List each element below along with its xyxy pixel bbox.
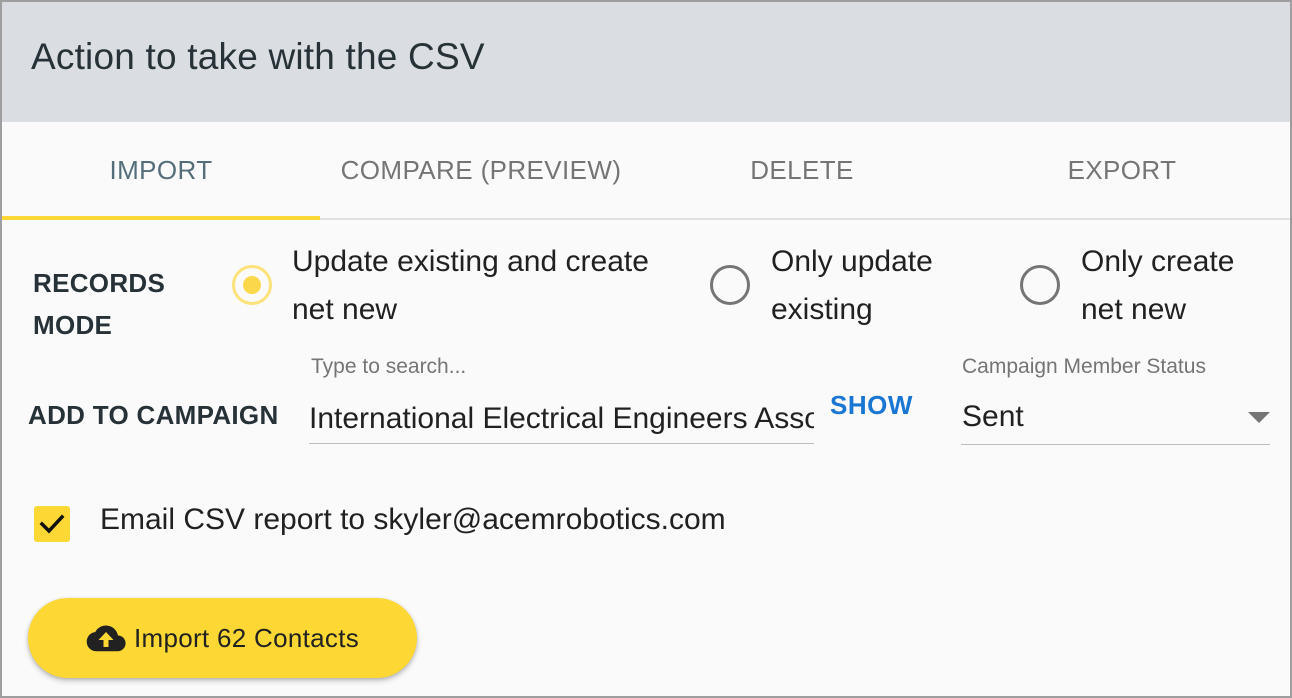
radio-label-only-update-line2[interactable]: existing (771, 286, 873, 334)
email-report-label[interactable]: Email CSV report to skyler@acemrobotics.… (100, 503, 726, 537)
radio-only-update[interactable] (710, 265, 750, 305)
radio-label-only-create-line1[interactable]: Only create (1081, 238, 1234, 286)
radio-selected-dot (243, 276, 261, 294)
member-status-hint: Campaign Member Status (962, 355, 1206, 378)
radio-label-update-and-create-line1[interactable]: Update existing and create (292, 238, 649, 286)
import-button-label: Import 62 Contacts (133, 622, 360, 653)
add-to-campaign-label: ADD TO CAMPAIGN (28, 400, 279, 430)
show-campaign-button[interactable]: SHOW (830, 390, 913, 421)
checkmark-icon (39, 514, 65, 534)
campaign-search-hint: Type to search... (311, 355, 467, 378)
campaign-search-input[interactable] (309, 394, 814, 444)
member-status-select[interactable]: Sent (961, 394, 1270, 445)
panel-header: Action to take with the CSV (2, 2, 1290, 122)
csv-action-panel: Action to take with the CSV IMPORT COMPA… (0, 0, 1292, 698)
tab-compare-preview[interactable]: COMPARE (PREVIEW) (320, 122, 642, 218)
radio-update-and-create[interactable] (232, 265, 272, 305)
radio-label-only-update-line1[interactable]: Only update (771, 238, 933, 286)
email-report-checkbox[interactable] (34, 506, 70, 542)
member-status-value: Sent (962, 400, 1024, 433)
radio-label-update-and-create-line2[interactable]: net new (292, 286, 397, 334)
active-tab-indicator (2, 216, 320, 220)
radio-label-only-create-line2[interactable]: net new (1081, 286, 1186, 334)
tab-delete[interactable]: DELETE (642, 122, 962, 218)
tab-import[interactable]: IMPORT (2, 122, 320, 218)
records-mode-label-line1: RECORDS (33, 268, 166, 298)
import-contacts-button[interactable]: Import 62 Contacts (28, 598, 417, 678)
action-tabs: IMPORT COMPARE (PREVIEW) DELETE EXPORT (2, 122, 1290, 220)
cloud-upload-icon (86, 625, 126, 652)
tab-export[interactable]: EXPORT (962, 122, 1282, 218)
dropdown-caret-icon (1248, 412, 1270, 423)
records-mode-label-line2: MODE (33, 310, 113, 340)
page-title: Action to take with the CSV (31, 36, 485, 77)
radio-only-create[interactable] (1020, 265, 1060, 305)
